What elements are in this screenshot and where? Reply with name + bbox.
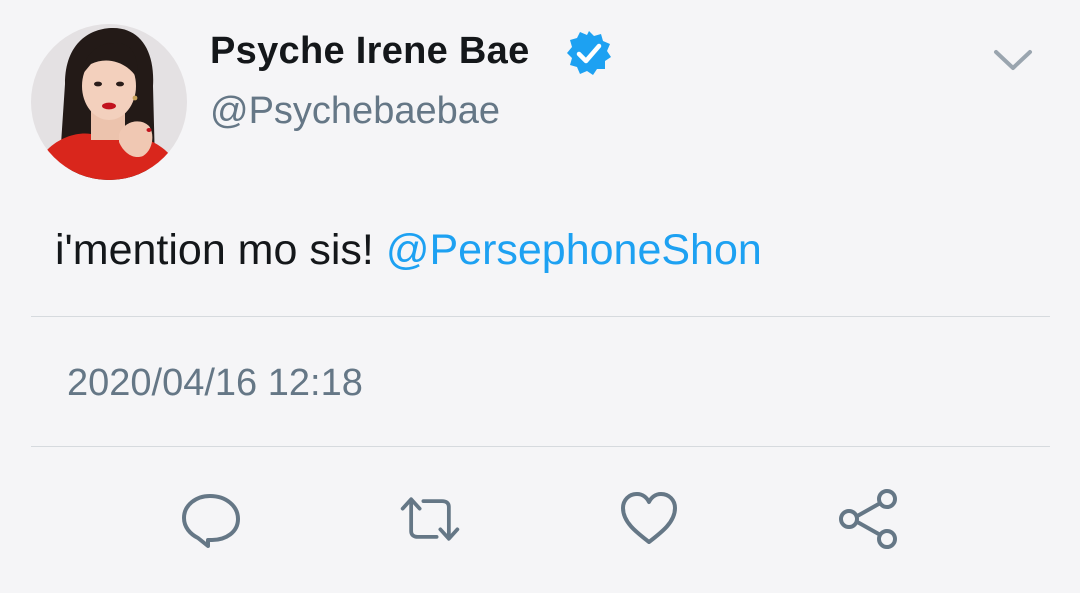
- verified-badge-icon: [567, 31, 611, 75]
- avatar[interactable]: [31, 24, 187, 180]
- chevron-down-icon[interactable]: [992, 46, 1034, 74]
- mention-link[interactable]: @PersephoneShon: [386, 226, 762, 274]
- speech-bubble-icon: [182, 494, 240, 548]
- like-button[interactable]: [616, 486, 682, 552]
- reply-button[interactable]: [178, 486, 244, 552]
- avatar-photo: [31, 24, 187, 180]
- author-handle[interactable]: @Psychebaebae: [210, 90, 500, 133]
- author-display-name[interactable]: Psyche Irene Bae: [210, 30, 530, 73]
- retweet-arrows-icon: [400, 497, 460, 541]
- heart-icon: [621, 492, 677, 544]
- tweet-timestamp: 2020/04/16 12:18: [67, 362, 363, 404]
- tweet-text: i'mention mo sis! @PersephoneShon: [55, 226, 762, 275]
- share-nodes-icon: [839, 489, 897, 549]
- tweet-card: Psyche Irene Bae @Psychebaebae i'mention…: [0, 0, 1080, 593]
- share-button[interactable]: [836, 486, 902, 552]
- divider: [31, 446, 1050, 447]
- tweet-body: i'mention mo sis!: [55, 226, 386, 274]
- retweet-button[interactable]: [397, 486, 463, 552]
- divider: [31, 316, 1050, 317]
